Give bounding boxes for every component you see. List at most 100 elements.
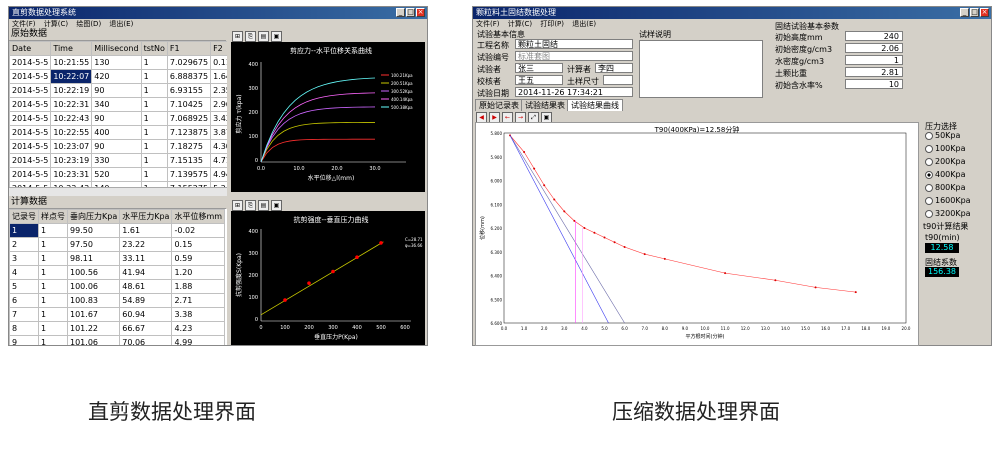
menu-exit[interactable]: 退出(E) bbox=[572, 20, 596, 28]
table-cell[interactable]: 1 bbox=[38, 223, 68, 238]
close-button[interactable]: × bbox=[416, 8, 425, 17]
table-cell[interactable]: 10:22:31 bbox=[50, 97, 93, 112]
raw-col-header[interactable]: Date bbox=[9, 41, 52, 56]
table-row[interactable]: 2 1 97.50 23.22 0.15 bbox=[9, 237, 226, 252]
copy-icon[interactable]: ⎘ bbox=[245, 31, 256, 42]
menu-calc[interactable]: 计算(C) bbox=[508, 20, 532, 28]
table-cell[interactable]: 1 bbox=[140, 111, 168, 126]
raw-col-header[interactable]: F1 bbox=[166, 41, 212, 56]
table-cell[interactable]: 4.99 bbox=[171, 335, 226, 345]
table-cell[interactable]: 0.15 bbox=[171, 237, 226, 252]
param-input[interactable]: 2.06 bbox=[845, 43, 903, 53]
minimize-button[interactable]: _ bbox=[396, 8, 405, 17]
table-cell[interactable]: 90 bbox=[91, 139, 142, 154]
table-cell[interactable]: 1 bbox=[38, 307, 68, 322]
table-row[interactable]: 5 1 100.06 48.61 1.88 bbox=[9, 279, 226, 294]
table-cell[interactable]: 7.029675 bbox=[166, 55, 212, 70]
table-cell[interactable]: 10:23:31 bbox=[50, 167, 93, 182]
table-cell[interactable]: 1 bbox=[140, 55, 168, 70]
table-cell[interactable]: 2014-5-5 bbox=[9, 111, 52, 126]
table-row[interactable]: 2014-5-510:22:199016.931552.3593 bbox=[9, 83, 227, 98]
zoom-icon[interactable]: ⊞ bbox=[232, 200, 243, 211]
maximize-button[interactable]: □ bbox=[970, 8, 979, 17]
table-cell[interactable]: 1 bbox=[38, 335, 68, 345]
maximize-button[interactable]: □ bbox=[406, 8, 415, 17]
table-cell[interactable]: 10:22:43 bbox=[50, 111, 93, 126]
table-cell[interactable]: 7.123875 bbox=[166, 125, 212, 140]
table-cell[interactable]: 1 bbox=[38, 321, 68, 336]
table-cell[interactable]: 10:22:55 bbox=[50, 125, 93, 140]
field-testno-input[interactable]: 标准套图 bbox=[515, 51, 633, 61]
table-cell[interactable]: 2014-5-5 bbox=[9, 125, 52, 140]
table-cell[interactable]: 90 bbox=[91, 111, 142, 126]
table-cell[interactable]: 1.20 bbox=[171, 265, 226, 280]
pressure-radio[interactable]: 1600Kpa bbox=[925, 196, 971, 205]
field-checker-input[interactable]: 王五 bbox=[515, 75, 563, 85]
menu-print[interactable]: 打印(P) bbox=[540, 20, 564, 28]
table-cell[interactable]: 3.38 bbox=[171, 307, 226, 322]
table-cell[interactable]: 10:21:55 bbox=[50, 55, 93, 70]
table-cell[interactable]: 1 bbox=[38, 265, 68, 280]
field-tester-input[interactable]: 张三 bbox=[515, 63, 563, 73]
table-row[interactable]: 7 1 101.67 60.94 3.38 bbox=[9, 307, 226, 322]
table-row[interactable]: 3 1 98.11 33.11 0.59 bbox=[9, 251, 226, 266]
table-cell[interactable]: 48.61 bbox=[119, 279, 173, 294]
table-cell[interactable]: 1 bbox=[140, 125, 168, 140]
field-calculator-input[interactable]: 李四 bbox=[595, 63, 633, 73]
table-cell[interactable]: 101.06 bbox=[66, 335, 121, 345]
table-cell[interactable]: 7.10425 bbox=[166, 97, 212, 112]
table-cell[interactable]: 2.9653 bbox=[210, 97, 227, 112]
table-row[interactable]: 2014-5-510:22:5540017.1238753.8779 bbox=[9, 125, 227, 140]
raw-data-grid[interactable]: Date Time Millisecond tstNo F1 F2 2014-5-5 10:2… bbox=[9, 41, 227, 187]
copy-icon[interactable]: ⎘ bbox=[245, 200, 256, 211]
table-cell[interactable]: 7.18275 bbox=[166, 139, 212, 154]
table-row[interactable]: 4 1 100.56 41.94 1.20 bbox=[9, 265, 226, 280]
calc-col-header[interactable]: 水平位移mm bbox=[171, 209, 226, 224]
table-cell[interactable]: 1 bbox=[140, 153, 168, 168]
table-cell[interactable]: 23.22 bbox=[119, 237, 173, 252]
table-row[interactable]: 6 1 100.83 54.89 2.71 bbox=[9, 293, 226, 308]
pressure-radio[interactable]: 200Kpa bbox=[925, 157, 966, 166]
table-cell[interactable]: 130 bbox=[91, 55, 142, 70]
table-cell[interactable]: 98.11 bbox=[66, 251, 121, 266]
table-row[interactable]: 2014-5-510:21:5513017.0296750.1138 bbox=[9, 55, 227, 70]
param-input[interactable]: 240 bbox=[845, 31, 903, 41]
calc-col-header[interactable]: 记录号 bbox=[9, 209, 39, 224]
table-cell[interactable]: 66.67 bbox=[119, 321, 173, 336]
tab-result-table[interactable]: 试验结果表 bbox=[521, 99, 569, 111]
table-cell[interactable]: 340 bbox=[91, 97, 142, 112]
table-cell[interactable]: 1 bbox=[140, 139, 168, 154]
table-cell[interactable]: 1 bbox=[38, 251, 68, 266]
table-cell[interactable]: 100.06 bbox=[66, 279, 121, 294]
table-cell[interactable]: 0.1138 bbox=[210, 55, 227, 70]
table-cell[interactable]: 3.4343 bbox=[210, 111, 227, 126]
table-cell[interactable]: 520 bbox=[91, 167, 142, 182]
table-cell[interactable]: 1.88 bbox=[171, 279, 226, 294]
table-cell[interactable]: 3 bbox=[9, 251, 39, 266]
table-cell[interactable]: 101.22 bbox=[66, 321, 121, 336]
table-cell[interactable]: 1 bbox=[38, 237, 68, 252]
notes-textarea[interactable] bbox=[639, 40, 763, 98]
calc-col-header[interactable]: 样点号 bbox=[38, 209, 68, 224]
table-cell[interactable]: 1.6406 bbox=[210, 69, 227, 84]
zoom-icon[interactable]: ⊞ bbox=[232, 31, 243, 42]
table-cell[interactable]: 10:23:07 bbox=[50, 139, 93, 154]
tab-result-curve[interactable]: 试验结果曲线 bbox=[567, 99, 623, 111]
table-cell[interactable]: 330 bbox=[91, 153, 142, 168]
table-cell[interactable]: 1 bbox=[140, 83, 168, 98]
tab-raw-records[interactable]: 原始记录表 bbox=[475, 99, 523, 111]
table-cell[interactable]: 4.3057 bbox=[210, 139, 227, 154]
print-icon[interactable]: ▤ bbox=[258, 31, 269, 42]
table-cell[interactable]: 3.8779 bbox=[210, 125, 227, 140]
table-cell[interactable]: 1 bbox=[38, 293, 68, 308]
raw-col-header[interactable]: F2 bbox=[210, 41, 227, 56]
table-cell[interactable]: 90 bbox=[91, 83, 142, 98]
table-cell[interactable]: 8 bbox=[9, 321, 39, 336]
pressure-radio[interactable]: 50Kpa bbox=[925, 131, 960, 140]
table-cell[interactable]: 1 bbox=[140, 97, 168, 112]
table-cell[interactable]: 400 bbox=[91, 125, 142, 140]
table-row[interactable]: 2014-5-510:23:079017.182754.3057 bbox=[9, 139, 227, 154]
field-project-input[interactable]: 颗粒土固结 bbox=[515, 39, 633, 49]
raw-hscroll[interactable] bbox=[9, 187, 227, 196]
table-cell[interactable]: 7 bbox=[9, 307, 39, 322]
